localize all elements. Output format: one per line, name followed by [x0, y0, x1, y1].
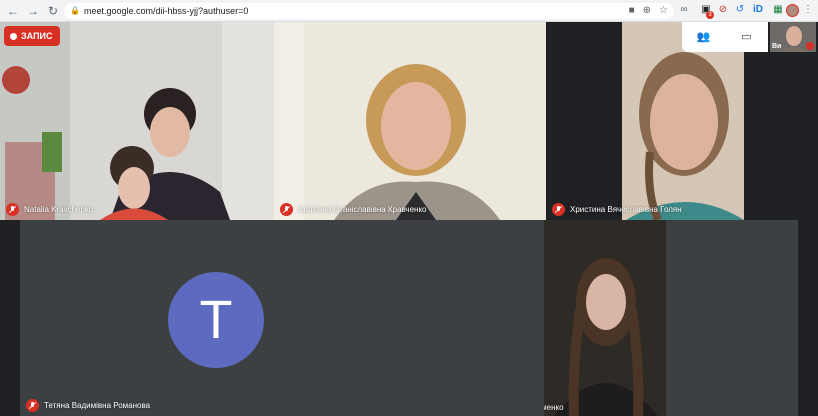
people-icon[interactable]: 👥	[697, 31, 711, 43]
link-extension-icon[interactable]: ∞	[678, 4, 690, 16]
recording-badge: ЗАПИС	[4, 26, 61, 46]
participant-name-label: Христина Вячеславівна Голян	[552, 203, 682, 216]
participant-name: Єлизавета Вікторівна Соломенко	[544, 402, 564, 412]
participant-tile[interactable]: Світлана Станіславівна Кравченко	[274, 22, 546, 220]
participant-video	[544, 220, 798, 416]
stop-extension-icon[interactable]: ⊘	[717, 4, 729, 16]
participant-name: Natalia Kravchenko	[24, 205, 94, 214]
forward-icon[interactable]: →	[26, 4, 40, 18]
zoom-icon[interactable]: ⊕	[643, 5, 651, 16]
participant-tile[interactable]: Єлизавета Вікторівна Соломенко	[544, 220, 798, 416]
meeting-controls: 👥 ▭	[682, 22, 768, 52]
refresh-extension-icon[interactable]: ↺	[734, 4, 746, 16]
participant-video	[0, 22, 274, 220]
extension-badge: 3	[706, 11, 714, 19]
participant-avatar: T	[168, 272, 264, 368]
participant-name-label: Natalia Kravchenko	[6, 203, 93, 216]
mic-off-icon	[280, 203, 293, 216]
lock-icon: 🔒	[70, 6, 80, 15]
chat-icon[interactable]: ▭	[740, 31, 754, 43]
sheets-extension-icon[interactable]: ▦	[772, 4, 784, 16]
address-bar[interactable]: 🔒 meet.google.com/dii-hbss-yjj?authuser=…	[64, 3, 674, 19]
mic-off-icon	[806, 42, 814, 50]
profile-avatar[interactable]	[786, 4, 799, 17]
record-dot-icon	[10, 32, 17, 40]
participant-name: Світлана Станіславівна Кравченко	[298, 205, 427, 214]
recording-label: ЗАПИС	[21, 31, 53, 41]
more-menu-icon[interactable]: ⋮	[802, 4, 814, 16]
url-text: meet.google.com/dii-hbss-yjj?authuser=0	[84, 6, 249, 16]
mic-off-icon	[6, 203, 19, 216]
browser-toolbar: ← → ↻ 🔒 meet.google.com/dii-hbss-yjj?aut…	[0, 0, 818, 22]
mic-off-icon	[26, 399, 39, 412]
participant-name: Тетяна Вадимівна Романова	[44, 401, 151, 410]
bookmark-star-icon[interactable]: ☆	[659, 5, 668, 16]
camera-icon[interactable]: ■	[629, 5, 635, 16]
meet-stage: ЗАПИС Natalia Kravchenko Світлана Станіс…	[0, 22, 818, 416]
self-label: Ви	[772, 43, 782, 50]
id-extension-icon[interactable]: iD	[752, 4, 764, 16]
participant-name-label: Тетяна Вадимівна Романова	[26, 399, 150, 412]
participant-name-label: Єлизавета Вікторівна Соломенко	[544, 402, 564, 412]
participant-tile[interactable]: Тетяна Вадимівна Романова	[20, 220, 544, 416]
mic-off-icon	[552, 203, 565, 216]
reload-icon[interactable]: ↻	[46, 4, 60, 18]
self-view-tile[interactable]: Ви	[770, 22, 816, 52]
participant-video	[274, 22, 546, 220]
back-icon[interactable]: ←	[6, 4, 20, 18]
participant-name: Христина Вячеславівна Голян	[570, 205, 682, 214]
participant-tile[interactable]: ЗАПИС Natalia Kravchenko	[0, 22, 274, 220]
participant-name-label: Світлана Станіславівна Кравченко	[280, 203, 427, 216]
omnibox-actions: ■ ⊕ ☆	[629, 5, 668, 16]
